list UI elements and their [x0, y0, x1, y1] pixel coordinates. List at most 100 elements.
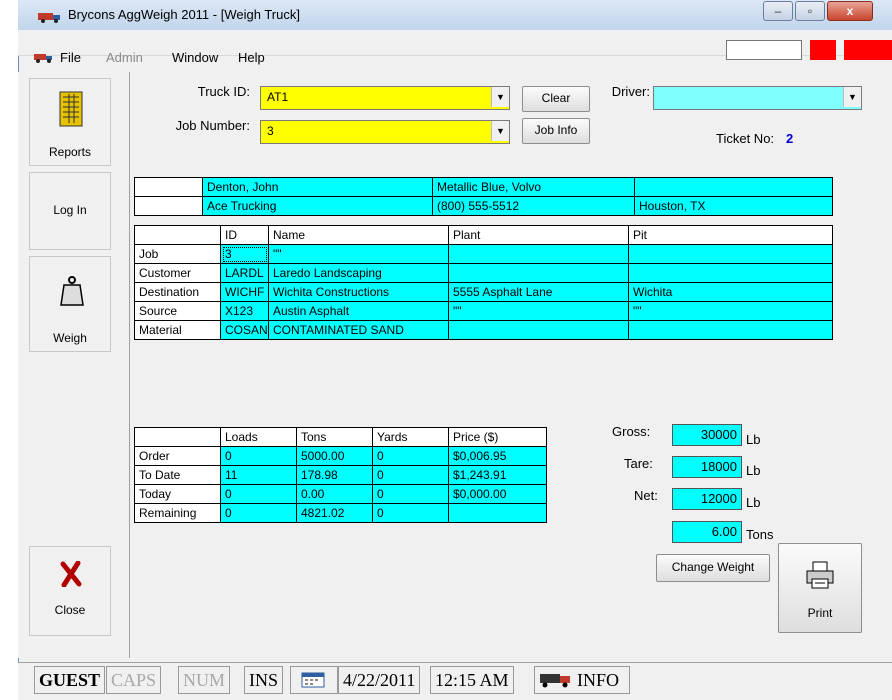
driver-combo[interactable]: ▼ — [653, 86, 862, 110]
row-label: Customer — [134, 263, 221, 283]
status-date: 4/22/2011 — [338, 666, 421, 694]
chevron-down-icon[interactable]: ▼ — [491, 121, 509, 141]
table-row[interactable]: Source X123 Austin Asphalt "" "" — [134, 301, 833, 321]
change-weight-button[interactable]: Change Weight — [656, 554, 770, 582]
truck-id-combo[interactable]: AT1 ▼ — [260, 86, 510, 110]
login-button[interactable]: Log In — [29, 172, 111, 250]
calendar-icon — [290, 666, 338, 694]
close-window-button[interactable]: x — [827, 1, 873, 21]
table-cell[interactable]: 5555 Asphalt Lane — [448, 282, 629, 302]
job-number-label: Job Number: — [175, 118, 250, 133]
table-cell: 0 — [372, 446, 449, 466]
row-label: Material — [134, 320, 221, 340]
table-cell: 0.00 — [296, 484, 373, 504]
column-header: Name — [268, 225, 449, 245]
column-header: Loads — [220, 427, 297, 447]
truck-menu-icon — [34, 54, 52, 63]
print-button[interactable]: Print — [778, 543, 862, 633]
row-label: Destination — [134, 282, 221, 302]
status-num: NUM — [178, 666, 231, 694]
table-cell: $0,006.95 — [448, 446, 547, 466]
table-cell[interactable]: 3 — [220, 244, 269, 264]
net-weight-field: 12000 — [672, 488, 742, 510]
table-cell: 0 — [220, 503, 297, 523]
tons-field: 6.00 — [672, 521, 742, 543]
column-header: Pit — [628, 225, 833, 245]
reports-label: Reports — [48, 145, 92, 159]
close-label: Close — [54, 603, 86, 617]
table-cell[interactable] — [448, 263, 629, 283]
company-cell: Ace Trucking — [202, 196, 433, 216]
table-row[interactable]: Destination WICHF Wichita Constructions … — [134, 282, 833, 302]
tons-unit: Tons — [746, 527, 774, 542]
weigh-button[interactable]: Weigh — [29, 256, 111, 352]
table-row[interactable]: Material COSAN CONTAMINATED SAND — [134, 320, 833, 340]
table-cell[interactable]: WICHF — [220, 282, 269, 302]
status-indicator-red-2 — [844, 40, 892, 60]
job-number-combo[interactable]: 3 ▼ — [260, 120, 510, 144]
table-cell[interactable]: "" — [628, 301, 833, 321]
gross-weight-field: 30000 — [672, 424, 742, 446]
table-cell[interactable] — [628, 244, 833, 264]
job-info-button[interactable]: Job Info — [522, 118, 590, 144]
location-cell: Houston, TX — [634, 196, 833, 216]
table-cell[interactable]: Laredo Landscaping — [268, 263, 449, 283]
row-label: Job — [134, 244, 221, 264]
weight-icon — [60, 276, 84, 306]
column-header: Tons — [296, 427, 373, 447]
column-header — [134, 427, 221, 447]
column-header: Plant — [448, 225, 629, 245]
row-label: Remaining — [134, 503, 221, 523]
red-x-icon — [60, 561, 82, 587]
table-row: Remaining 0 4821.02 0 — [134, 503, 547, 523]
close-button[interactable]: Close — [29, 546, 111, 636]
table-cell[interactable] — [628, 320, 833, 340]
truck-info-cell — [134, 177, 203, 197]
truck-info-cell — [634, 177, 833, 197]
table-cell[interactable]: X123 — [220, 301, 269, 321]
ticket-label: Ticket No: — [716, 131, 775, 146]
reports-button[interactable]: Reports — [29, 78, 111, 166]
status-info: INFO — [534, 666, 630, 694]
chevron-down-icon[interactable]: ▼ — [843, 87, 861, 107]
net-unit: Lb — [746, 495, 761, 510]
truck-description-cell: Metallic Blue, Volvo — [432, 177, 635, 197]
table-cell[interactable]: Austin Asphalt — [268, 301, 449, 321]
table-cell[interactable] — [628, 263, 833, 283]
truck-info-grid: Denton, John Metallic Blue, Volvo Ace Tr… — [134, 177, 833, 216]
title-bar[interactable]: Brycons AggWeigh 2011 - [Weigh Truck] – … — [18, 0, 892, 30]
table-row[interactable]: Customer LARDL Laredo Landscaping — [134, 263, 833, 283]
table-cell: 0 — [372, 503, 449, 523]
table-cell: 0 — [220, 446, 297, 466]
status-time: 12:15 AM — [430, 666, 514, 694]
phone-cell: (800) 555-5512 — [432, 196, 635, 216]
table-cell[interactable] — [448, 244, 629, 264]
chevron-down-icon[interactable]: ▼ — [491, 87, 509, 107]
row-label: Order — [134, 446, 221, 466]
table-cell[interactable]: COSAN — [220, 320, 269, 340]
menu-help[interactable]: Help — [238, 50, 265, 65]
clear-button[interactable]: Clear — [522, 86, 590, 112]
table-cell[interactable]: Wichita Constructions — [268, 282, 449, 302]
table-cell: $0,000.00 — [448, 484, 547, 504]
table-row[interactable]: Job 3 "" — [134, 244, 833, 264]
table-cell[interactable]: "" — [448, 301, 629, 321]
table-cell[interactable] — [448, 320, 629, 340]
table-cell[interactable]: CONTAMINATED SAND — [268, 320, 449, 340]
tare-unit: Lb — [746, 463, 761, 478]
menu-file[interactable]: File — [60, 50, 81, 65]
menu-window[interactable]: Window — [172, 50, 218, 65]
weigh-label: Weigh — [53, 331, 87, 345]
table-cell: 4821.02 — [296, 503, 373, 523]
truck-id-value: AT1 — [267, 90, 289, 104]
table-cell[interactable]: Wichita — [628, 282, 833, 302]
printer-icon — [806, 561, 834, 589]
table-cell[interactable]: LARDL — [220, 263, 269, 283]
maximize-button[interactable]: ▫ — [795, 1, 825, 21]
menu-admin[interactable]: Admin — [106, 50, 143, 65]
table-cell[interactable]: "" — [268, 244, 449, 264]
minimize-button[interactable]: – — [763, 1, 793, 21]
ledger-icon — [59, 91, 83, 127]
truck-status-icon — [540, 674, 570, 688]
table-row: Order 0 5000.00 0 $0,006.95 — [134, 446, 547, 466]
